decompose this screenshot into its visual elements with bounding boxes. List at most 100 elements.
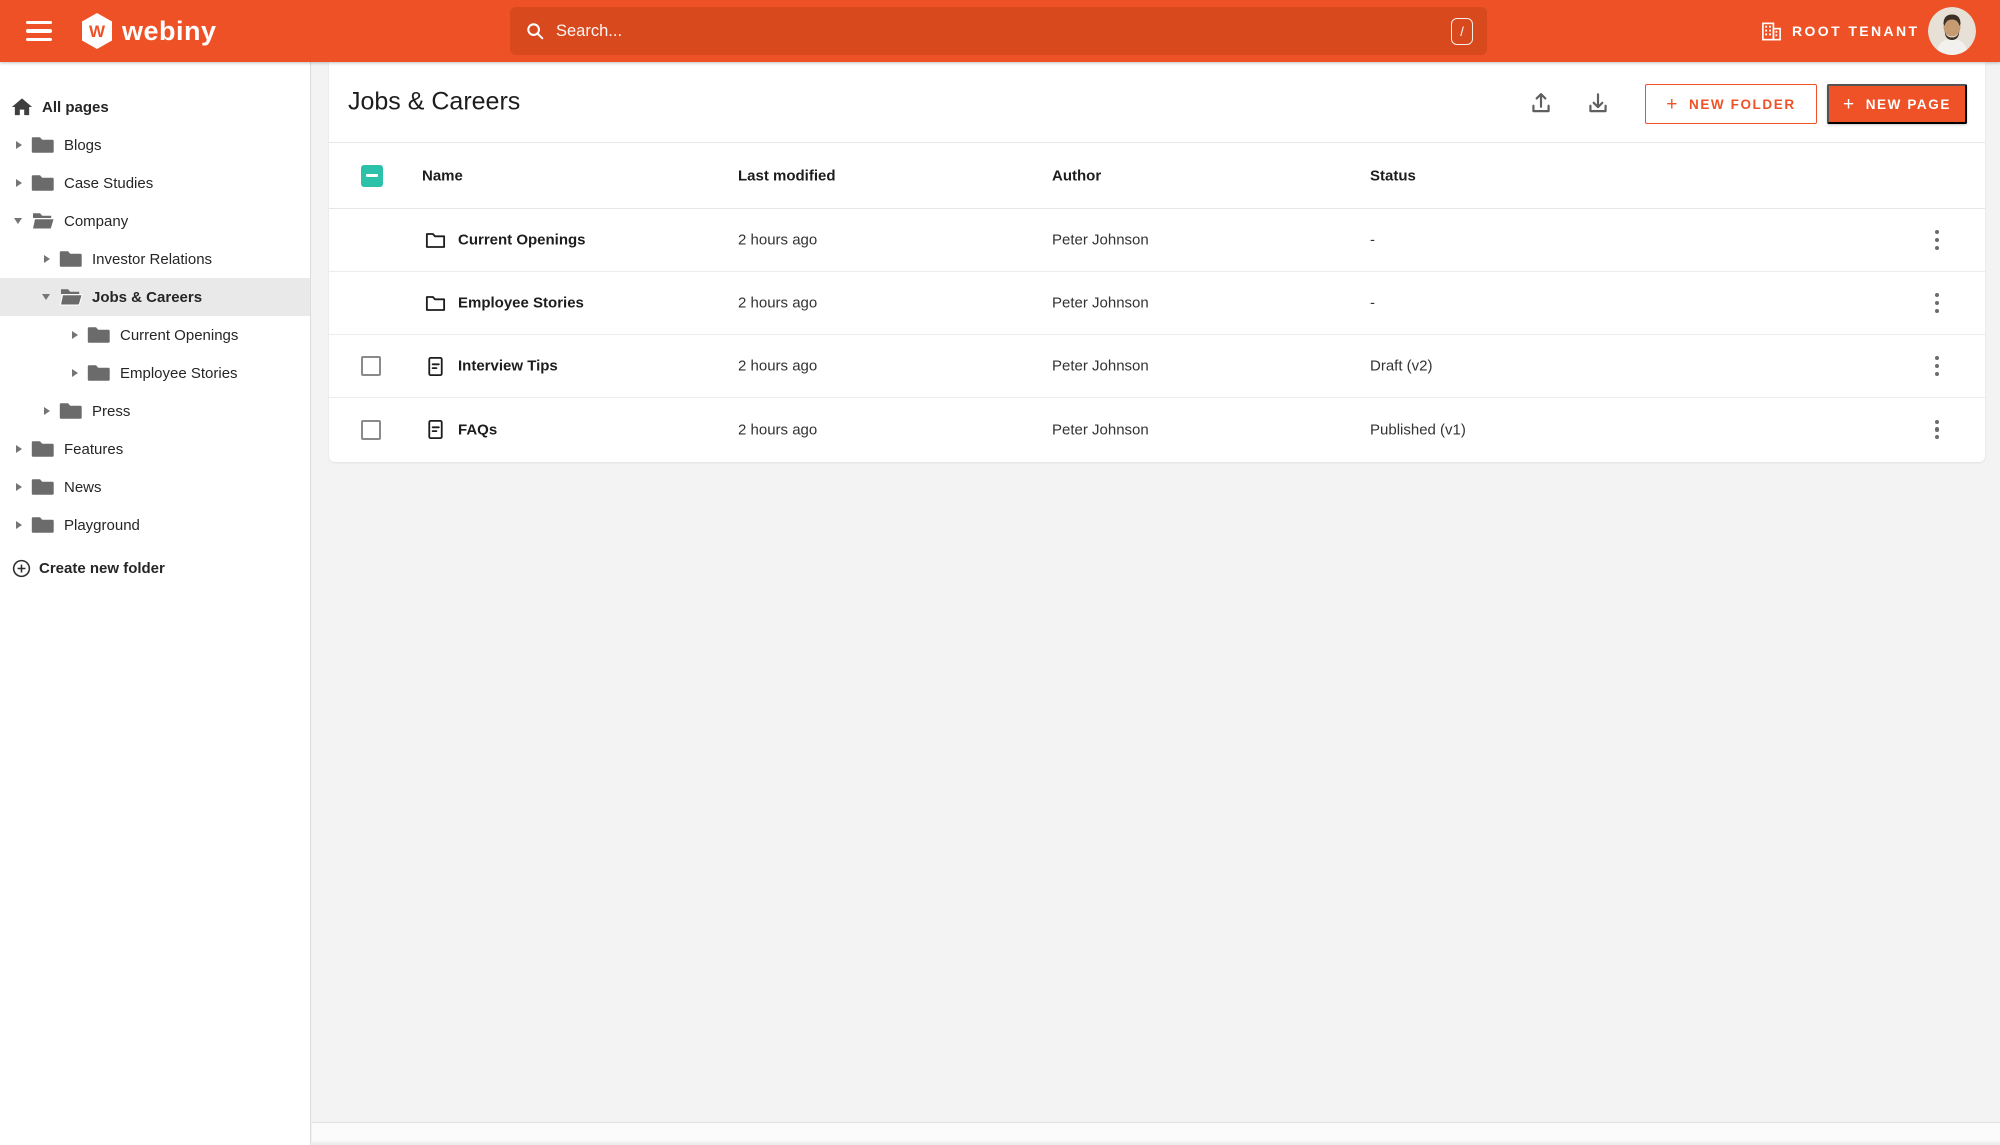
folder-tree-sidebar: All pages Blogs Case Studies Company Inv…: [0, 62, 311, 1145]
table-body: Current Openings 2 hours ago Peter Johns…: [329, 209, 1985, 461]
sidebar-tree-item[interactable]: Current Openings: [0, 316, 310, 354]
upload-icon: [1532, 93, 1550, 113]
row-name[interactable]: Interview Tips: [458, 358, 558, 375]
expand-caret-icon[interactable]: [12, 138, 26, 152]
row-checkbox[interactable]: [361, 419, 381, 440]
new-folder-label: NEW FOLDER: [1688, 96, 1796, 112]
tenant-name: ROOT TENANT: [1792, 23, 1920, 39]
svg-text:W: W: [89, 22, 106, 41]
row-status: Draft (v2): [1370, 357, 1433, 375]
new-page-label: NEW PAGE: [1865, 96, 1951, 112]
sidebar-item-label: Blogs: [64, 136, 102, 154]
expand-caret-icon[interactable]: [12, 518, 26, 532]
row-last-modified: 2 hours ago: [738, 421, 818, 438]
expand-caret-icon[interactable]: [40, 404, 54, 418]
slash-shortcut-badge: /: [1451, 17, 1473, 45]
column-name: Name: [422, 167, 463, 184]
folder-icon: [31, 439, 55, 459]
sidebar-tree-item[interactable]: Press: [0, 392, 310, 430]
folder-open-icon: [59, 287, 83, 307]
row-status: -: [1370, 231, 1375, 249]
sidebar-item-label: Current Openings: [120, 326, 239, 344]
page-icon: [424, 418, 448, 442]
folder-icon: [31, 515, 55, 535]
sidebar-item-label: Company: [64, 212, 129, 230]
folder-icon: [31, 477, 55, 497]
tenant-selector[interactable]: ROOT TENANT: [1760, 0, 1920, 62]
folder-icon: [87, 363, 111, 383]
sidebar-tree-item[interactable]: Company: [0, 202, 310, 240]
table-row[interactable]: Interview Tips 2 hours ago Peter Johnson…: [329, 335, 1985, 398]
sidebar-tree-item[interactable]: News: [0, 468, 310, 506]
card-header: Jobs & Careers + NEW FOLDER + NEW PAGE: [329, 62, 1985, 143]
new-page-button[interactable]: + NEW PAGE: [1827, 84, 1967, 124]
folder-icon: [424, 228, 448, 252]
row-last-modified: 2 hours ago: [738, 294, 818, 312]
expand-caret-icon[interactable]: [12, 214, 26, 228]
table-row[interactable]: FAQs 2 hours ago Peter Johnson Published…: [329, 398, 1985, 461]
import-pages-button[interactable]: [1583, 88, 1613, 118]
column-author: Author: [1052, 167, 1102, 184]
row-status: -: [1370, 294, 1375, 312]
row-author: Peter Johnson: [1052, 231, 1149, 249]
folder-icon: [424, 291, 448, 315]
sidebar-tree-item[interactable]: Playground: [0, 506, 310, 544]
search-icon: [527, 23, 544, 40]
sidebar-tree-item[interactable]: Investor Relations: [0, 240, 310, 278]
table-row[interactable]: Employee Stories 2 hours ago Peter Johns…: [329, 272, 1985, 335]
create-new-folder-label: Create new folder: [39, 559, 165, 577]
plus-icon: +: [1842, 93, 1856, 115]
sidebar-item-label: Press: [92, 402, 131, 420]
sidebar-tree-item[interactable]: Features: [0, 430, 310, 468]
row-checkbox[interactable]: [361, 356, 381, 376]
folder-icon: [59, 249, 83, 269]
page-title: Jobs & Careers: [348, 87, 521, 116]
row-last-modified: 2 hours ago: [738, 231, 818, 249]
page-icon: [424, 354, 448, 378]
user-avatar[interactable]: [1928, 7, 1976, 55]
row-menu-button[interactable]: [1925, 417, 1949, 443]
sidebar-tree-item[interactable]: Jobs & Careers: [0, 278, 310, 316]
row-name[interactable]: Current Openings: [458, 232, 586, 249]
folder-open-icon: [31, 211, 55, 231]
expand-caret-icon[interactable]: [68, 328, 82, 342]
home-icon: [11, 98, 33, 116]
app-bar: W webiny / ROOT TENANT: [0, 0, 2000, 62]
row-author: Peter Johnson: [1052, 357, 1149, 375]
folder-tree: Blogs Case Studies Company Investor Rela…: [0, 126, 310, 544]
row-menu-button[interactable]: [1925, 353, 1949, 379]
expand-caret-icon[interactable]: [40, 290, 54, 304]
create-new-folder-button[interactable]: Create new folder: [0, 549, 310, 587]
sidebar-item-all-pages[interactable]: All pages: [0, 88, 310, 126]
export-pages-button[interactable]: [1526, 88, 1556, 118]
search-input[interactable]: [556, 21, 1451, 41]
new-folder-button[interactable]: + NEW FOLDER: [1645, 84, 1817, 124]
sidebar-tree-item[interactable]: Blogs: [0, 126, 310, 164]
expand-caret-icon[interactable]: [12, 176, 26, 190]
row-name[interactable]: Employee Stories: [458, 295, 584, 312]
sidebar-tree-item[interactable]: Case Studies: [0, 164, 310, 202]
expand-caret-icon[interactable]: [12, 442, 26, 456]
expand-caret-icon[interactable]: [40, 252, 54, 266]
webiny-logo: W webiny: [80, 12, 217, 50]
row-menu-button[interactable]: [1925, 227, 1949, 253]
plus-icon: +: [1666, 93, 1679, 115]
row-name[interactable]: FAQs: [458, 421, 497, 438]
table-row[interactable]: Current Openings 2 hours ago Peter Johns…: [329, 209, 1985, 272]
sidebar-item-label: Investor Relations: [92, 250, 213, 268]
global-search: /: [510, 7, 1487, 55]
bottom-bar: [312, 1122, 2000, 1145]
sidebar-tree-item[interactable]: Employee Stories: [0, 354, 310, 392]
menu-icon[interactable]: [26, 20, 56, 42]
download-icon: [1589, 93, 1607, 113]
expand-caret-icon[interactable]: [12, 480, 26, 494]
row-menu-button[interactable]: [1925, 290, 1949, 316]
expand-caret-icon[interactable]: [68, 366, 82, 380]
folder-contents-card: Jobs & Careers + NEW FOLDER + NEW PAGE N…: [329, 62, 1985, 462]
webiny-hexagon-icon: W: [82, 13, 112, 49]
sidebar-item-label: Playground: [64, 516, 140, 534]
column-status: Status: [1370, 167, 1416, 184]
select-all-checkbox[interactable]: [361, 164, 383, 187]
row-last-modified: 2 hours ago: [738, 357, 818, 375]
content-area: Jobs & Careers + NEW FOLDER + NEW PAGE N…: [311, 62, 2000, 1145]
